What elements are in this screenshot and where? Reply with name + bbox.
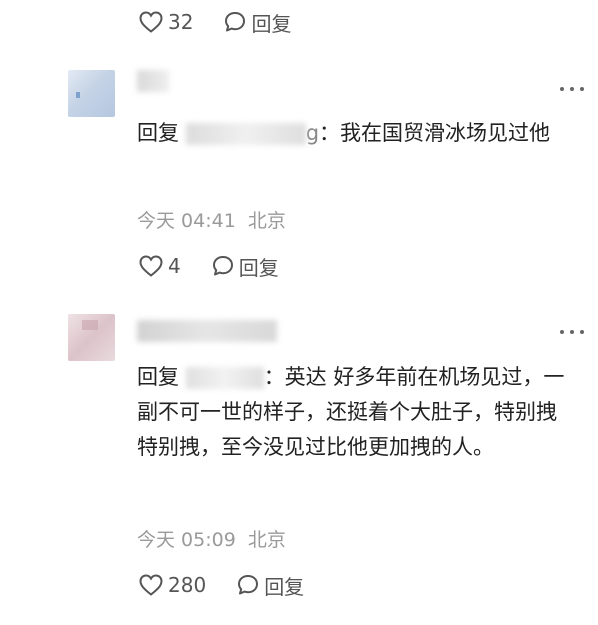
more-dots-icon[interactable]	[558, 327, 586, 337]
like-count: 280	[168, 573, 207, 597]
comment-thread: 32 回复 回复 g：我在国贸滑冰场见过他 今天 04:41 北京 4 回复 回…	[0, 0, 598, 625]
comment-time: 今天 04:41	[137, 210, 236, 232]
reply-label: 回复	[264, 574, 305, 599]
reply-label: 回复	[238, 255, 279, 280]
reply-button[interactable]: 回复	[223, 8, 291, 37]
comment-meta: 今天 05:09 北京	[137, 525, 286, 552]
like-count: 32	[168, 10, 194, 34]
comment-body: 回复 g：我在国贸滑冰场见过他	[137, 116, 577, 151]
avatar-detail	[76, 92, 80, 98]
reply-prefix: 回复	[137, 365, 179, 389]
comment-time: 今天 05:09	[137, 529, 236, 551]
comment-text: ：我在国贸滑冰场见过他	[319, 121, 551, 145]
reply-button[interactable]: 回复	[236, 571, 304, 600]
like-count: 4	[168, 254, 181, 278]
comment-location: 北京	[247, 529, 286, 551]
username[interactable]	[137, 320, 277, 342]
mention-username[interactable]	[185, 123, 306, 145]
comment-meta: 今天 04:41 北京	[137, 206, 286, 233]
reply-button[interactable]: 回复	[211, 252, 279, 281]
more-dots-icon[interactable]	[558, 84, 586, 94]
heart-outline-icon	[139, 574, 163, 596]
reply-label: 回复	[251, 11, 292, 36]
like-button[interactable]: 280	[138, 573, 206, 597]
reply-prefix: 回复	[137, 121, 179, 145]
comment-body: 回复 ：英达 好多年前在机场见过，一副不可一世的样子，还挺着个大肚子，特别拽特别…	[137, 360, 577, 465]
comment-action-row: 4 回复	[138, 252, 279, 280]
avatar[interactable]	[68, 70, 115, 117]
like-button[interactable]: 32	[138, 10, 193, 34]
comment-location: 北京	[247, 210, 286, 232]
top-action-row: 32 回复	[138, 8, 291, 36]
speech-bubble-icon	[238, 575, 259, 595]
mention-username[interactable]	[185, 367, 264, 389]
mention-suffix: g	[305, 121, 320, 145]
speech-bubble-icon	[212, 256, 233, 276]
avatar-detail	[82, 320, 98, 330]
like-button[interactable]: 4	[138, 254, 181, 278]
heart-outline-icon	[139, 255, 163, 277]
speech-bubble-icon	[225, 12, 246, 32]
comment-action-row: 280 回复	[138, 571, 304, 599]
username[interactable]	[137, 70, 169, 92]
avatar[interactable]	[68, 314, 115, 361]
heart-outline-icon	[139, 11, 163, 33]
